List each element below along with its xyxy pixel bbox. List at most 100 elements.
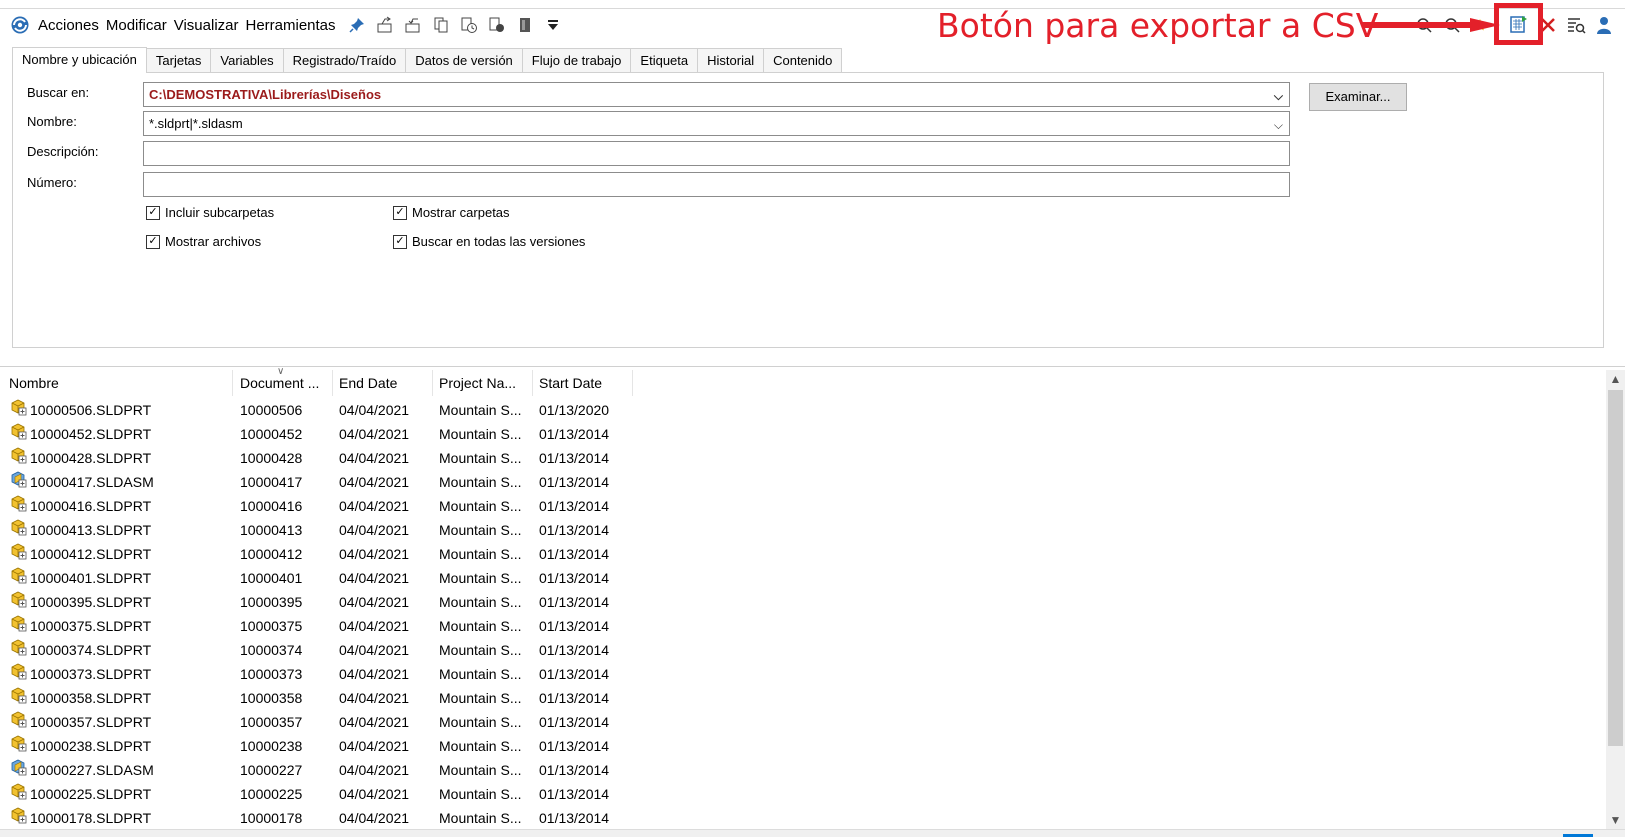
table-row[interactable]: 10000413.SLDPRT 10000413 04/04/2021 Mountai… xyxy=(0,518,633,542)
column-header-end-date[interactable]: End Date xyxy=(333,370,433,396)
cell-nombre[interactable]: 10000227.SLDASM xyxy=(0,758,233,782)
column-header-start-date[interactable]: Start Date xyxy=(533,370,633,396)
cell-nombre[interactable]: 10000238.SLDPRT xyxy=(0,734,233,758)
tab-contenido[interactable]: Contenido xyxy=(763,48,843,72)
preview-icon[interactable] xyxy=(486,14,508,36)
cell-nombre[interactable]: 10000374.SLDPRT xyxy=(0,638,233,662)
cell-nombre[interactable]: 10000225.SLDPRT xyxy=(0,782,233,806)
mostrar-archivos-label: Mostrar archivos xyxy=(165,234,262,249)
menu-modificar[interactable]: Modificar xyxy=(106,17,167,34)
cell-project-name: Mountain S... xyxy=(439,474,522,490)
table-row[interactable]: 10000395.SLDPRT 10000395 04/04/2021 Mountai… xyxy=(0,590,633,614)
table-row[interactable]: 10000374.SLDPRT 10000374 04/04/2021 Mountai… xyxy=(0,638,633,662)
cell-end-date: 04/04/2021 xyxy=(339,714,410,730)
checkbox-checked-icon[interactable]: ✓ xyxy=(393,234,407,249)
checkout-icon[interactable] xyxy=(374,14,396,36)
table-row[interactable]: 10000412.SLDPRT 10000412 04/04/2021 Mountai… xyxy=(0,542,633,566)
pin-icon[interactable] xyxy=(346,14,368,36)
file-name: 10000401.SLDPRT xyxy=(30,570,152,586)
cell-project-name: Mountain S... xyxy=(439,762,522,778)
table-row[interactable]: 10000238.SLDPRT 10000238 04/04/2021 Mountai… xyxy=(0,734,633,758)
tab-etiqueta[interactable]: Etiqueta xyxy=(630,48,699,72)
file-name: 10000238.SLDPRT xyxy=(30,738,152,754)
tab-historial[interactable]: Historial xyxy=(697,48,765,72)
search-list-icon[interactable] xyxy=(1565,14,1587,36)
cell-document: 10000357 xyxy=(240,714,303,730)
cell-nombre[interactable]: 10000357.SLDPRT xyxy=(0,710,233,734)
table-row[interactable]: 10000358.SLDPRT 10000358 04/04/2021 Mountai… xyxy=(0,686,633,710)
cell-nombre[interactable]: 10000373.SLDPRT xyxy=(0,662,233,686)
cell-nombre[interactable]: 10000428.SLDPRT xyxy=(0,446,233,470)
table-row[interactable]: 10000417.SLDASM 10000417 04/04/2021 Mountai… xyxy=(0,470,633,494)
descripcion-field[interactable] xyxy=(143,141,1290,166)
table-row[interactable]: 10000227.SLDASM 10000227 04/04/2021 Mountai… xyxy=(0,758,633,782)
tab-variables[interactable]: Variables xyxy=(210,48,284,72)
tab-nombre-ubicacion[interactable]: Nombre y ubicación xyxy=(12,47,147,73)
cell-nombre[interactable]: 10000417.SLDASM xyxy=(0,470,233,494)
cell-nombre[interactable]: 10000416.SLDPRT xyxy=(0,494,233,518)
buscar-todas-versiones-checkbox[interactable]: ✓ Buscar en todas las versiones xyxy=(393,234,585,249)
part-file-icon xyxy=(10,398,30,422)
part-file-icon xyxy=(10,422,30,446)
cell-end-date: 04/04/2021 xyxy=(339,666,410,682)
scrollbar-thumb[interactable] xyxy=(1608,390,1623,746)
get-version-icon[interactable] xyxy=(458,14,480,36)
chevron-down-icon[interactable]: ⌵ xyxy=(1274,114,1283,137)
export-csv-icon[interactable] xyxy=(1509,14,1529,37)
file-name: 10000428.SLDPRT xyxy=(30,450,152,466)
cell-nombre[interactable]: 10000395.SLDPRT xyxy=(0,590,233,614)
cell-project-name: Mountain S... xyxy=(439,570,522,586)
tab-tarjetas[interactable]: Tarjetas xyxy=(145,48,212,72)
checkbox-checked-icon[interactable]: ✓ xyxy=(146,234,160,249)
cell-nombre[interactable]: 10000452.SLDPRT xyxy=(0,422,233,446)
table-row[interactable]: 10000416.SLDPRT 10000416 04/04/2021 Mountai… xyxy=(0,494,633,518)
checkin-icon[interactable] xyxy=(402,14,424,36)
cell-start-date: 01/13/2014 xyxy=(539,810,610,826)
file-name: 10000417.SLDASM xyxy=(30,474,154,490)
examinar-button[interactable]: Examinar... xyxy=(1309,83,1407,111)
menu-herramientas[interactable]: Herramientas xyxy=(246,17,336,34)
cell-nombre[interactable]: 10000358.SLDPRT xyxy=(0,686,233,710)
cell-nombre[interactable]: 10000375.SLDPRT xyxy=(0,614,233,638)
checkbox-checked-icon[interactable]: ✓ xyxy=(146,205,160,220)
tab-registrado-traido[interactable]: Registrado/Traído xyxy=(282,48,407,72)
column-header-nombre[interactable]: Nombre xyxy=(0,370,233,396)
table-row[interactable]: 10000428.SLDPRT 10000428 04/04/2021 Mountai… xyxy=(0,446,633,470)
table-row[interactable]: 10000401.SLDPRT 10000401 04/04/2021 Mountai… xyxy=(0,566,633,590)
app-logo-icon[interactable] xyxy=(10,15,30,35)
chevron-down-icon[interactable]: ⌵ xyxy=(1274,85,1283,108)
mostrar-archivos-checkbox[interactable]: ✓ Mostrar archivos xyxy=(146,234,261,249)
table-row[interactable]: 10000357.SLDPRT 10000357 04/04/2021 Mountai… xyxy=(0,710,633,734)
table-row[interactable]: 10000452.SLDPRT 10000452 04/04/2021 Mountai… xyxy=(0,422,633,446)
table-row[interactable]: 10000373.SLDPRT 10000373 04/04/2021 Mountai… xyxy=(0,662,633,686)
vertical-scrollbar[interactable]: ▲ ▼ xyxy=(1606,370,1625,829)
checkbox-checked-icon[interactable]: ✓ xyxy=(393,205,407,220)
cell-start-date: 01/13/2014 xyxy=(539,570,610,586)
incluir-subcarpetas-checkbox[interactable]: ✓ Incluir subcarpetas xyxy=(146,205,274,220)
scroll-up-icon[interactable]: ▲ xyxy=(1606,370,1625,388)
table-row[interactable]: 10000506.SLDPRT 10000506 04/04/2021 Mountai… xyxy=(0,398,633,422)
menu-visualizar[interactable]: Visualizar xyxy=(174,17,239,34)
table-row[interactable]: 10000225.SLDPRT 10000225 04/04/2021 Mountai… xyxy=(0,782,633,806)
cell-nombre[interactable]: 10000178.SLDPRT xyxy=(0,806,233,830)
cell-nombre[interactable]: 10000413.SLDPRT xyxy=(0,518,233,542)
vault-icon[interactable] xyxy=(514,14,536,36)
column-header-project-name[interactable]: Project Na... xyxy=(433,370,533,396)
mostrar-carpetas-checkbox[interactable]: ✓ Mostrar carpetas xyxy=(393,205,510,220)
cell-nombre[interactable]: 10000401.SLDPRT xyxy=(0,566,233,590)
scroll-down-icon[interactable]: ▼ xyxy=(1606,811,1625,829)
user-icon[interactable] xyxy=(1593,14,1615,36)
tab-datos-version[interactable]: Datos de versión xyxy=(405,48,523,72)
dropdown-arrow-icon[interactable] xyxy=(542,14,564,36)
copy-tree-icon[interactable] xyxy=(430,14,452,36)
numero-field[interactable] xyxy=(143,172,1290,197)
nombre-combobox[interactable]: *.sldprt|*.sldasm ⌵ xyxy=(143,111,1290,136)
panel-splitter[interactable] xyxy=(0,366,1625,367)
menu-acciones[interactable]: Acciones xyxy=(38,17,99,34)
cell-nombre[interactable]: 10000412.SLDPRT xyxy=(0,542,233,566)
table-row[interactable]: 10000375.SLDPRT 10000375 04/04/2021 Mountai… xyxy=(0,614,633,638)
cell-nombre[interactable]: 10000506.SLDPRT xyxy=(0,398,233,422)
buscar-en-combobox[interactable]: C:\DEMOSTRATIVA\Librerías\Diseños ⌵ xyxy=(143,82,1290,107)
tab-flujo-trabajo[interactable]: Flujo de trabajo xyxy=(521,48,632,72)
table-row[interactable]: 10000178.SLDPRT 10000178 04/04/2021 Mountai… xyxy=(0,806,633,830)
